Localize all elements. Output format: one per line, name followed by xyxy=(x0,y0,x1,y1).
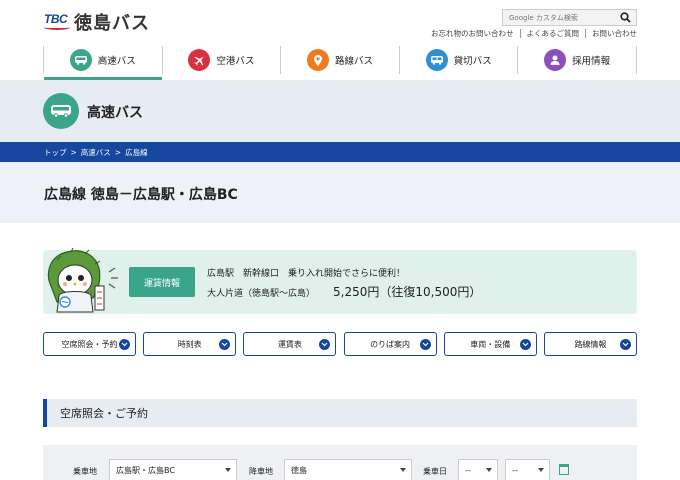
category-title: 高速バス xyxy=(87,105,143,121)
search-input[interactable] xyxy=(503,10,615,25)
mascot-illustration xyxy=(47,247,118,313)
map-pin-icon xyxy=(306,49,329,71)
chevron-down-icon xyxy=(519,339,531,350)
breadcrumb-separator: > xyxy=(70,147,77,157)
chevron-down-icon xyxy=(219,339,231,350)
date-day-value: -- xyxy=(512,465,518,475)
tab-route-info[interactable]: 路線情報 xyxy=(543,332,637,356)
nav-item-route-bus[interactable]: 路線バス xyxy=(280,46,399,74)
boarding-value: 広島駅・広島BC xyxy=(116,465,175,475)
date-day-select[interactable]: -- xyxy=(505,459,550,480)
calendar-icon[interactable] xyxy=(559,464,569,475)
bus-icon xyxy=(43,93,79,129)
nav-item-charter-bus[interactable]: 貸切バス xyxy=(398,46,518,74)
tab-vehicle-equipment[interactable]: 車両・設備 xyxy=(443,332,537,356)
person-icon xyxy=(544,49,567,71)
tab-fare-table[interactable]: 運賃表 xyxy=(243,332,337,356)
logo-swoosh xyxy=(44,25,70,30)
page-title: 広島線 徳島－広島駅・広島BC xyxy=(44,187,238,203)
bus-icon xyxy=(69,49,92,71)
link-lost-items[interactable]: お忘れ物のお問い合わせ xyxy=(425,29,520,38)
link-contact[interactable]: お問い合わせ xyxy=(585,29,637,38)
search-icon xyxy=(619,12,631,23)
chevron-down-icon xyxy=(119,339,130,350)
nav-label: 高速バス xyxy=(97,56,136,67)
tab-boarding-guide[interactable]: のりば案内 xyxy=(343,332,437,356)
reservation-form: 乗車地 広島駅・広島BC 降車地 徳島 乗車日 -- -- xyxy=(43,445,637,480)
nav-item-airport-bus[interactable]: 空港バス xyxy=(161,46,281,74)
breadcrumb-current: 広島線 xyxy=(125,147,148,157)
nav-item-recruit[interactable]: 採用情報 xyxy=(517,46,637,74)
airplane-icon xyxy=(188,49,211,71)
route-header: 広島線 徳島－広島駅・広島BC xyxy=(0,162,680,223)
tab-reservation[interactable]: 空席照会・予約 xyxy=(43,332,136,356)
route-tabs: 空席照会・予約 時刻表 運賃表 のりば案内 車両・設備 路線情報 xyxy=(43,332,637,356)
boarding-label: 乗車地 xyxy=(73,467,97,476)
section-heading-reservation: 空席照会・ご予約 xyxy=(43,399,637,427)
breadcrumb: トップ > 高速バス > 広島線 xyxy=(0,142,680,162)
search-button[interactable] xyxy=(615,10,635,25)
tbc-logo-mark: TBC xyxy=(44,12,70,32)
main-nav: 高速バス 空港バス 路線バス 貸切バス 採用情報 xyxy=(43,44,637,80)
date-label: 乗車日 xyxy=(423,467,447,476)
tab-label: 時刻表 xyxy=(177,339,202,349)
tab-label: 路線情報 xyxy=(574,339,607,349)
nav-label: 路線バス xyxy=(334,56,373,67)
nav-label: 採用情報 xyxy=(572,56,611,67)
nav-label: 空港バス xyxy=(216,56,255,67)
nav-item-highway-bus[interactable]: 高速バス xyxy=(43,46,162,80)
date-month-select[interactable]: -- xyxy=(458,459,498,480)
chevron-down-icon xyxy=(419,339,431,350)
link-faq[interactable]: よくあるご質問 xyxy=(519,29,586,38)
fare-info-button[interactable]: 運賃情報 xyxy=(129,267,195,297)
alighting-value: 徳島 xyxy=(291,465,307,475)
breadcrumb-home[interactable]: トップ xyxy=(44,147,67,158)
alighting-label: 降車地 xyxy=(249,467,273,476)
charter-bus-icon xyxy=(425,49,448,71)
logo-mark-text: TBC xyxy=(44,12,68,26)
dropdown-arrow-icon xyxy=(486,468,492,472)
chevron-down-icon xyxy=(319,339,331,350)
breadcrumb-highway-bus[interactable]: 高速バス xyxy=(81,147,111,158)
boarding-select[interactable]: 広島駅・広島BC xyxy=(109,459,237,480)
breadcrumb-separator: > xyxy=(114,147,122,157)
site-logo[interactable]: TBC 徳島バス xyxy=(44,9,150,35)
tab-label: 運賃表 xyxy=(277,339,302,349)
fare-label: 大人片道（徳島駅〜広島） xyxy=(207,289,316,299)
alighting-select[interactable]: 徳島 xyxy=(284,459,412,480)
tab-label: 車両・設備 xyxy=(470,339,511,349)
dropdown-arrow-icon xyxy=(538,468,544,472)
dropdown-arrow-icon xyxy=(225,468,231,472)
nav-label: 貸切バス xyxy=(453,56,492,67)
fare-price: 5,250円（往復10,500円） xyxy=(333,285,482,299)
chevron-down-icon xyxy=(619,339,631,350)
date-month-value: -- xyxy=(465,465,471,475)
tab-timetable[interactable]: 時刻表 xyxy=(143,332,237,356)
utility-links: お忘れ物のお問い合わせ よくあるご質問 お問い合わせ xyxy=(425,29,637,38)
logo-text: 徳島バス xyxy=(74,13,150,34)
dropdown-arrow-icon xyxy=(400,468,406,472)
site-search xyxy=(502,9,637,26)
fare-info-box: 運賃情報 広島駅 新幹線口 乗り入れ開始でさらに便利！ 大人片道（徳島駅〜広島）… xyxy=(43,247,637,314)
category-header: 高速バス xyxy=(0,80,680,142)
tab-label: 空席照会・予約 xyxy=(61,339,118,349)
tab-label: のりば案内 xyxy=(370,339,411,349)
info-announcement: 広島駅 新幹線口 乗り入れ開始でさらに便利！ xyxy=(207,269,406,279)
info-fare-line: 大人片道（徳島駅〜広島） 5,250円（往復10,500円） xyxy=(207,283,481,300)
